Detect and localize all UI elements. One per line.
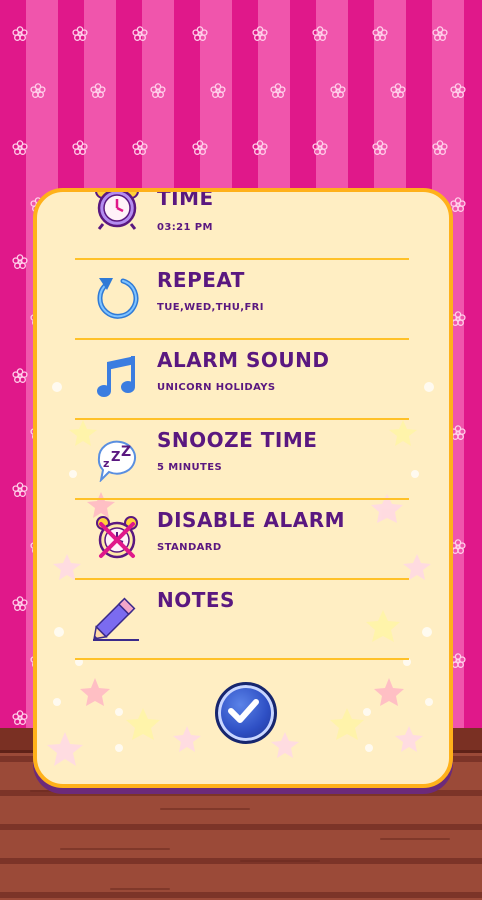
alarm-settings-card: TIME 03:21 PM REPEAT TUE,WED,THU,FRI ALA…	[33, 188, 453, 788]
svg-text:Z: Z	[121, 444, 131, 460]
flower-icon	[150, 83, 166, 98]
disable-alarm-value: STANDARD	[157, 542, 222, 553]
repeat-label: REPEAT	[157, 268, 245, 292]
flower-icon	[12, 140, 28, 155]
flower-icon	[192, 140, 208, 155]
flower-icon	[132, 26, 148, 41]
setting-row-time[interactable]: TIME 03:21 PM	[75, 188, 409, 260]
alarm-sound-label: ALARM SOUND	[157, 348, 330, 372]
flower-icon	[450, 197, 466, 212]
flower-icon	[372, 26, 388, 41]
flower-icon	[312, 140, 328, 155]
flower-icon	[12, 368, 28, 383]
setting-row-disable-alarm[interactable]: DISABLE ALARM STANDARD	[75, 500, 409, 580]
flower-icon	[390, 83, 406, 98]
time-value: 03:21 PM	[157, 222, 213, 233]
flower-icon	[132, 140, 148, 155]
flower-icon	[252, 140, 268, 155]
setting-row-repeat[interactable]: REPEAT TUE,WED,THU,FRI	[75, 260, 409, 340]
time-label: TIME	[157, 188, 214, 210]
flower-icon	[330, 83, 346, 98]
alarm-clock-icon	[95, 192, 139, 230]
notes-label: NOTES	[157, 588, 235, 612]
checkmark-icon	[228, 699, 259, 723]
setting-row-alarm-sound[interactable]: ALARM SOUND UNICORN HOLIDAYS	[75, 340, 409, 420]
flower-icon	[192, 26, 208, 41]
flower-icon	[72, 140, 88, 155]
alarm-sound-value: UNICORN HOLIDAYS	[157, 382, 276, 393]
disabled-alarm-icon	[96, 516, 138, 559]
disable-alarm-label: DISABLE ALARM	[157, 508, 346, 532]
svg-text:z: z	[103, 457, 109, 470]
flower-icon	[372, 140, 388, 155]
screen: TIME 03:21 PM REPEAT TUE,WED,THU,FRI ALA…	[0, 0, 482, 900]
flower-icon	[432, 140, 448, 155]
repeat-value: TUE,WED,THU,FRI	[157, 302, 264, 313]
flower-icon	[252, 26, 268, 41]
snooze-zzz-icon: z Z Z	[97, 440, 136, 482]
flower-icon	[12, 482, 28, 497]
flower-icon	[90, 83, 106, 98]
snooze-time-value: 5 MINUTES	[157, 462, 223, 473]
flower-icon	[210, 83, 226, 98]
flower-icon	[450, 83, 466, 98]
flower-icon	[12, 26, 28, 41]
flower-icon	[312, 26, 328, 41]
confirm-button[interactable]	[215, 682, 277, 744]
flower-icon	[270, 83, 286, 98]
repeat-arrow-icon	[97, 278, 139, 319]
flower-icon	[12, 710, 28, 725]
flower-icon	[432, 26, 448, 41]
flower-icon	[12, 254, 28, 269]
music-note-icon	[97, 356, 135, 397]
flower-icon	[30, 83, 46, 98]
flower-icon	[12, 596, 28, 611]
svg-text:Z: Z	[111, 450, 120, 465]
snooze-time-label: SNOOZE TIME	[157, 428, 318, 452]
flower-icon	[72, 26, 88, 41]
setting-row-snooze-time[interactable]: z Z Z SNOOZE TIME 5 MINUTES	[75, 420, 409, 500]
pencil-icon	[93, 597, 139, 641]
setting-row-notes[interactable]: NOTES	[75, 580, 409, 660]
